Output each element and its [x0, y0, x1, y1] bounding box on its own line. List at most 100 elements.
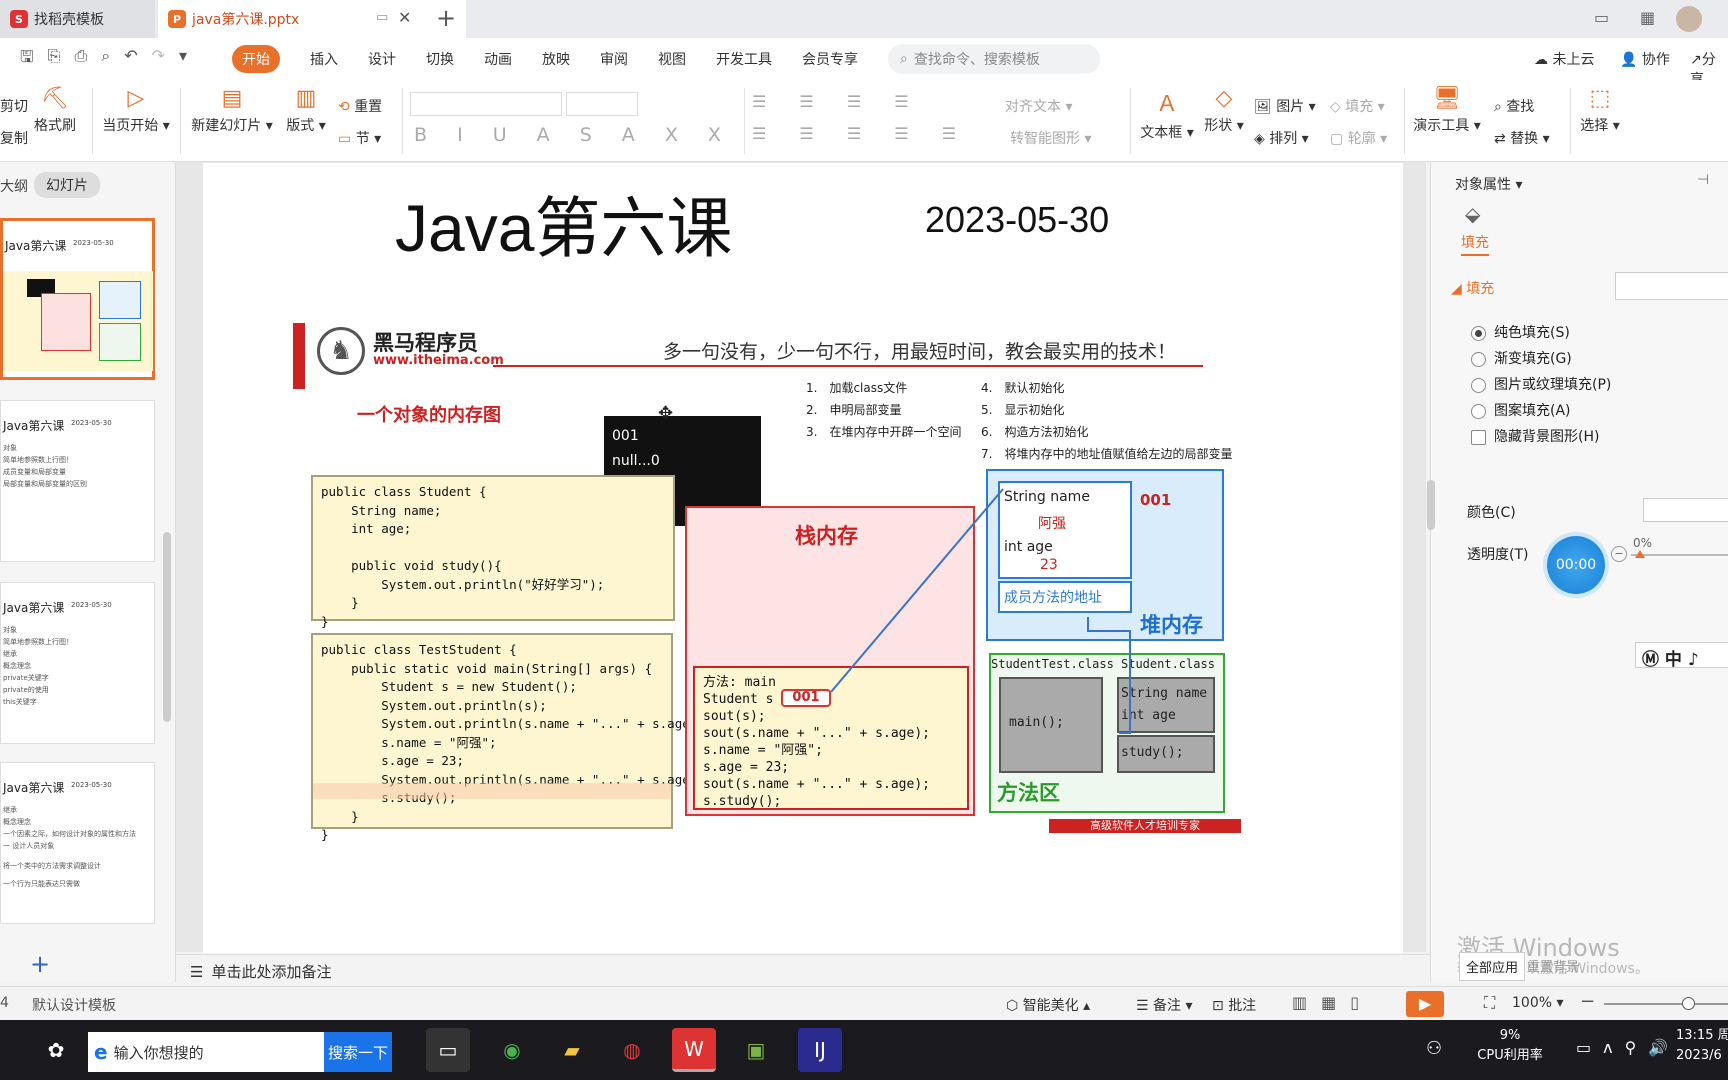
- presenter-tools-button[interactable]: 🖥 演示工具 ▾: [1412, 86, 1482, 135]
- smart-art-button[interactable]: 转智能图形 ▾: [1010, 128, 1091, 148]
- undo-icon[interactable]: ↶: [124, 46, 137, 73]
- comment-button[interactable]: ⊡ 批注: [1212, 995, 1256, 1015]
- slide-thumb-4[interactable]: Java第六课 2023-05-30 继承 概念理念 一个因素之际，如何设计对象…: [0, 762, 155, 924]
- fill-button[interactable]: ◇ 填充 ▾: [1330, 96, 1385, 116]
- slide-thumb-1[interactable]: Java第六课 2023-05-30: [0, 218, 155, 380]
- apply-all-button[interactable]: 全部应用: [1459, 952, 1526, 981]
- people-icon[interactable]: ⚇: [1426, 1038, 1442, 1059]
- intellij-icon[interactable]: IJ: [798, 1028, 842, 1072]
- pin-icon[interactable]: ⊣: [1697, 172, 1709, 188]
- timer-widget[interactable]: 00:00: [1547, 536, 1605, 594]
- panel-title[interactable]: 对象属性 ▾: [1455, 174, 1522, 194]
- avatar[interactable]: [1676, 6, 1702, 32]
- menu-insert[interactable]: 插入: [310, 49, 338, 69]
- alignment-buttons[interactable]: ☰ ☰ ☰ ☰ ☰: [752, 124, 970, 143]
- cloud-status[interactable]: ☁ 未上云: [1534, 49, 1594, 69]
- pattern-fill-radio[interactable]: 图案填充(A): [1471, 398, 1611, 424]
- tab-template[interactable]: S 找稻壳模板: [0, 0, 155, 38]
- slider-thumb[interactable]: [1635, 550, 1645, 558]
- fit-window-icon[interactable]: ⛶: [1484, 993, 1495, 1013]
- menu-slideshow[interactable]: 放映: [542, 49, 570, 69]
- find-button[interactable]: ⌕ 查找: [1494, 96, 1534, 116]
- more-icon[interactable]: ▾: [179, 46, 187, 73]
- app-launcher-icon[interactable]: ✿: [34, 1028, 78, 1072]
- slides-scrollbar[interactable]: [163, 532, 171, 722]
- textbox-button[interactable]: Ａ 文本框 ▾: [1140, 86, 1194, 142]
- menu-developer[interactable]: 开发工具: [716, 49, 772, 69]
- font-size-select[interactable]: [566, 92, 638, 116]
- slide-title[interactable]: Java第六课: [395, 175, 732, 271]
- reset-background-button[interactable]: 重置背景: [1527, 956, 1579, 975]
- slide-thumb-3[interactable]: Java第六课 2023-05-30 对象 简单地参照数上行图！ 继承 概念理念…: [0, 582, 155, 744]
- terminal-icon[interactable]: ▭: [426, 1028, 470, 1072]
- arrange-button[interactable]: ◈ 排列 ▾: [1254, 128, 1309, 148]
- outline-tab[interactable]: 大纲: [0, 176, 28, 196]
- notes-bar[interactable]: ☰ 单击此处添加备注: [176, 954, 1430, 986]
- notes-button[interactable]: ☰ 备注 ▾: [1136, 995, 1193, 1015]
- font-family-select[interactable]: [410, 92, 562, 116]
- cut-button[interactable]: 剪切: [0, 96, 28, 116]
- zoom-select[interactable]: 100% ▾: [1512, 995, 1564, 1011]
- start-edge[interactable]: [0, 1036, 10, 1064]
- select-button[interactable]: ⬚ 选择 ▾: [1578, 86, 1622, 135]
- print-icon[interactable]: ⎙: [74, 46, 87, 73]
- color-picker[interactable]: [1643, 498, 1728, 522]
- slides-tab[interactable]: 幻灯片: [34, 172, 100, 198]
- wps-app-icon[interactable]: W: [672, 1028, 716, 1072]
- replace-button[interactable]: ⇄ 替换 ▾: [1494, 128, 1550, 148]
- menu-home[interactable]: 开始: [232, 45, 280, 73]
- text-format-buttons[interactable]: B I U A S A X X: [414, 124, 733, 146]
- play-current-button[interactable]: ▷ 当页开始 ▾: [100, 86, 172, 135]
- save-icon[interactable]: 🖫: [20, 46, 34, 73]
- zoom-out-icon[interactable]: −: [1580, 991, 1595, 1012]
- folder-icon[interactable]: ▰: [550, 1028, 594, 1072]
- command-search[interactable]: ⌕ 查找命令、搜索模板: [888, 44, 1100, 74]
- slide[interactable]: Java第六课 2023-05-30 ♞ 黑马程序员 www.itheima.c…: [203, 163, 1403, 953]
- solid-fill-radio[interactable]: 纯色填充(S): [1471, 320, 1611, 346]
- new-slide-button[interactable]: ▤ 新建幻灯片 ▾: [190, 86, 274, 135]
- menu-view[interactable]: 视图: [658, 49, 686, 69]
- design-template[interactable]: 默认设计模板: [32, 995, 116, 1015]
- hide-bg-checkbox[interactable]: 隐藏背景图形(H): [1471, 424, 1611, 450]
- outline-button[interactable]: ▢ 轮廓 ▾: [1330, 128, 1387, 148]
- play-slideshow-icon[interactable]: ▶: [1406, 991, 1444, 1017]
- canvas-scrollbar[interactable]: [1427, 480, 1435, 530]
- browser-360-icon[interactable]: ◉: [490, 1028, 534, 1072]
- preview-icon[interactable]: ⌕: [101, 46, 110, 73]
- tab-document[interactable]: P java第六课.pptx ▭ ✕: [158, 0, 466, 38]
- collab-button[interactable]: 👤 协作: [1620, 49, 1670, 69]
- fill-section-toggle[interactable]: ◢ 填充: [1451, 278, 1494, 298]
- zoom-slider-thumb[interactable]: [1682, 997, 1695, 1010]
- tray-icons[interactable]: ▭ʌ⚲🔊: [1576, 1038, 1680, 1057]
- taskbar-search-box[interactable]: e 输入你想搜的: [88, 1032, 324, 1072]
- menu-review[interactable]: 审阅: [600, 49, 628, 69]
- new-tab-icon[interactable]: +: [436, 4, 456, 32]
- add-slide-icon[interactable]: +: [30, 950, 50, 978]
- zoom-slider[interactable]: [1604, 1003, 1728, 1005]
- clock[interactable]: 13:15 周 2023/6: [1676, 1026, 1728, 1066]
- fill-type-select[interactable]: [1615, 272, 1728, 300]
- decrease-transparency-icon[interactable]: −: [1611, 546, 1627, 562]
- slide-date[interactable]: 2023-05-30: [925, 199, 1109, 241]
- redo-icon[interactable]: ↷: [152, 46, 165, 73]
- window-layout-icon[interactable]: ▭: [1594, 8, 1609, 27]
- menu-transition[interactable]: 切换: [426, 49, 454, 69]
- memory-diagram[interactable]: ♞ 黑马程序员 www.itheima.com 多一句没有，少一句不行，用最短时…: [293, 323, 1333, 943]
- grid-apps-icon[interactable]: ▦: [1640, 8, 1655, 27]
- picture-fill-radio[interactable]: 图片或纹理填充(P): [1471, 372, 1611, 398]
- copy-button[interactable]: 复制: [0, 128, 28, 148]
- transparency-slider[interactable]: [1631, 554, 1728, 556]
- gradient-fill-radio[interactable]: 渐变填充(G): [1471, 346, 1611, 372]
- paragraph-buttons[interactable]: ☰ ☰ ☰ ☰: [752, 92, 923, 111]
- menu-member[interactable]: 会员专享: [802, 49, 858, 69]
- fill-tab[interactable]: 填充: [1461, 232, 1489, 256]
- export-icon[interactable]: ⎘: [48, 46, 61, 73]
- section-button[interactable]: ▭ 节 ▾: [338, 128, 381, 148]
- slide-thumb-2[interactable]: Java第六课 2023-05-30 对象 简单地参照数上行图！ 成员变量和局部…: [0, 400, 155, 562]
- layout-button[interactable]: ▥ 版式 ▾: [286, 86, 326, 135]
- format-painter-button[interactable]: ⛏ 格式刷: [30, 86, 80, 135]
- beautify-button[interactable]: ⬡ 智能美化 ▴: [1006, 995, 1090, 1015]
- align-text-button[interactable]: 对齐文本 ▾: [1005, 96, 1072, 116]
- picture-button[interactable]: 🖼 图片 ▾: [1254, 96, 1316, 116]
- shape-button[interactable]: ◇ 形状 ▾: [1202, 86, 1246, 135]
